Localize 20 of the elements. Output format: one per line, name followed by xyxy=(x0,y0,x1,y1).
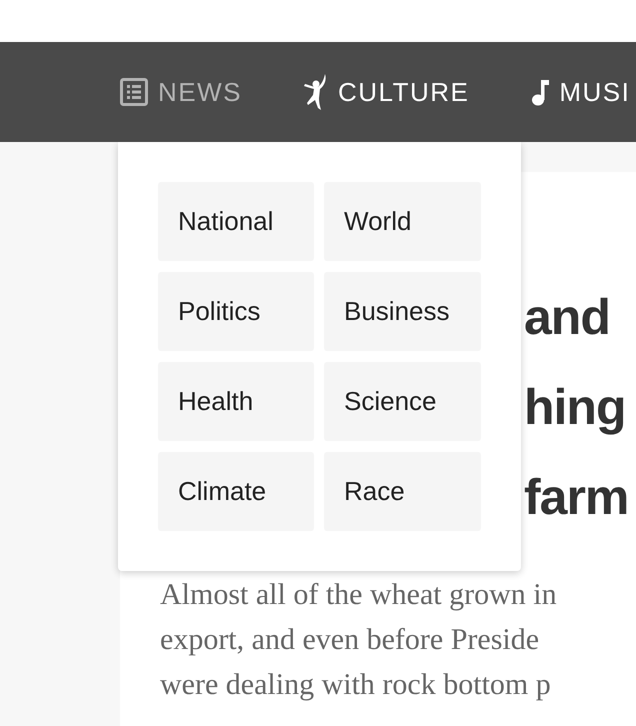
music-note-icon xyxy=(531,78,550,106)
menu-link[interactable]: Politics xyxy=(158,272,314,351)
menu-link[interactable]: Health xyxy=(158,362,314,441)
nav-link[interactable]: MUSI xyxy=(531,76,630,108)
menu-link[interactable]: Science xyxy=(324,362,481,441)
menu-link[interactable]: Business xyxy=(324,272,481,351)
menu-link[interactable]: Climate xyxy=(158,452,314,531)
menu-link[interactable]: Race xyxy=(324,452,481,531)
headline-text: farm xyxy=(524,468,628,527)
body-text: Almost all of the wheat grown in xyxy=(160,577,557,613)
body-text: export, and even before Preside xyxy=(160,622,540,658)
body-text: were dealing with rock bottom p xyxy=(160,667,551,703)
nav-link[interactable]: NEWS xyxy=(120,76,242,108)
nav-link[interactable]: CULTURE xyxy=(304,74,470,110)
list-icon xyxy=(120,78,148,106)
headline-text: hing xyxy=(524,378,626,437)
dancing-figure-icon xyxy=(304,74,328,110)
headline-text: and xyxy=(524,288,610,347)
menu-link[interactable]: National xyxy=(158,182,314,261)
menu-link[interactable]: World xyxy=(324,182,481,261)
